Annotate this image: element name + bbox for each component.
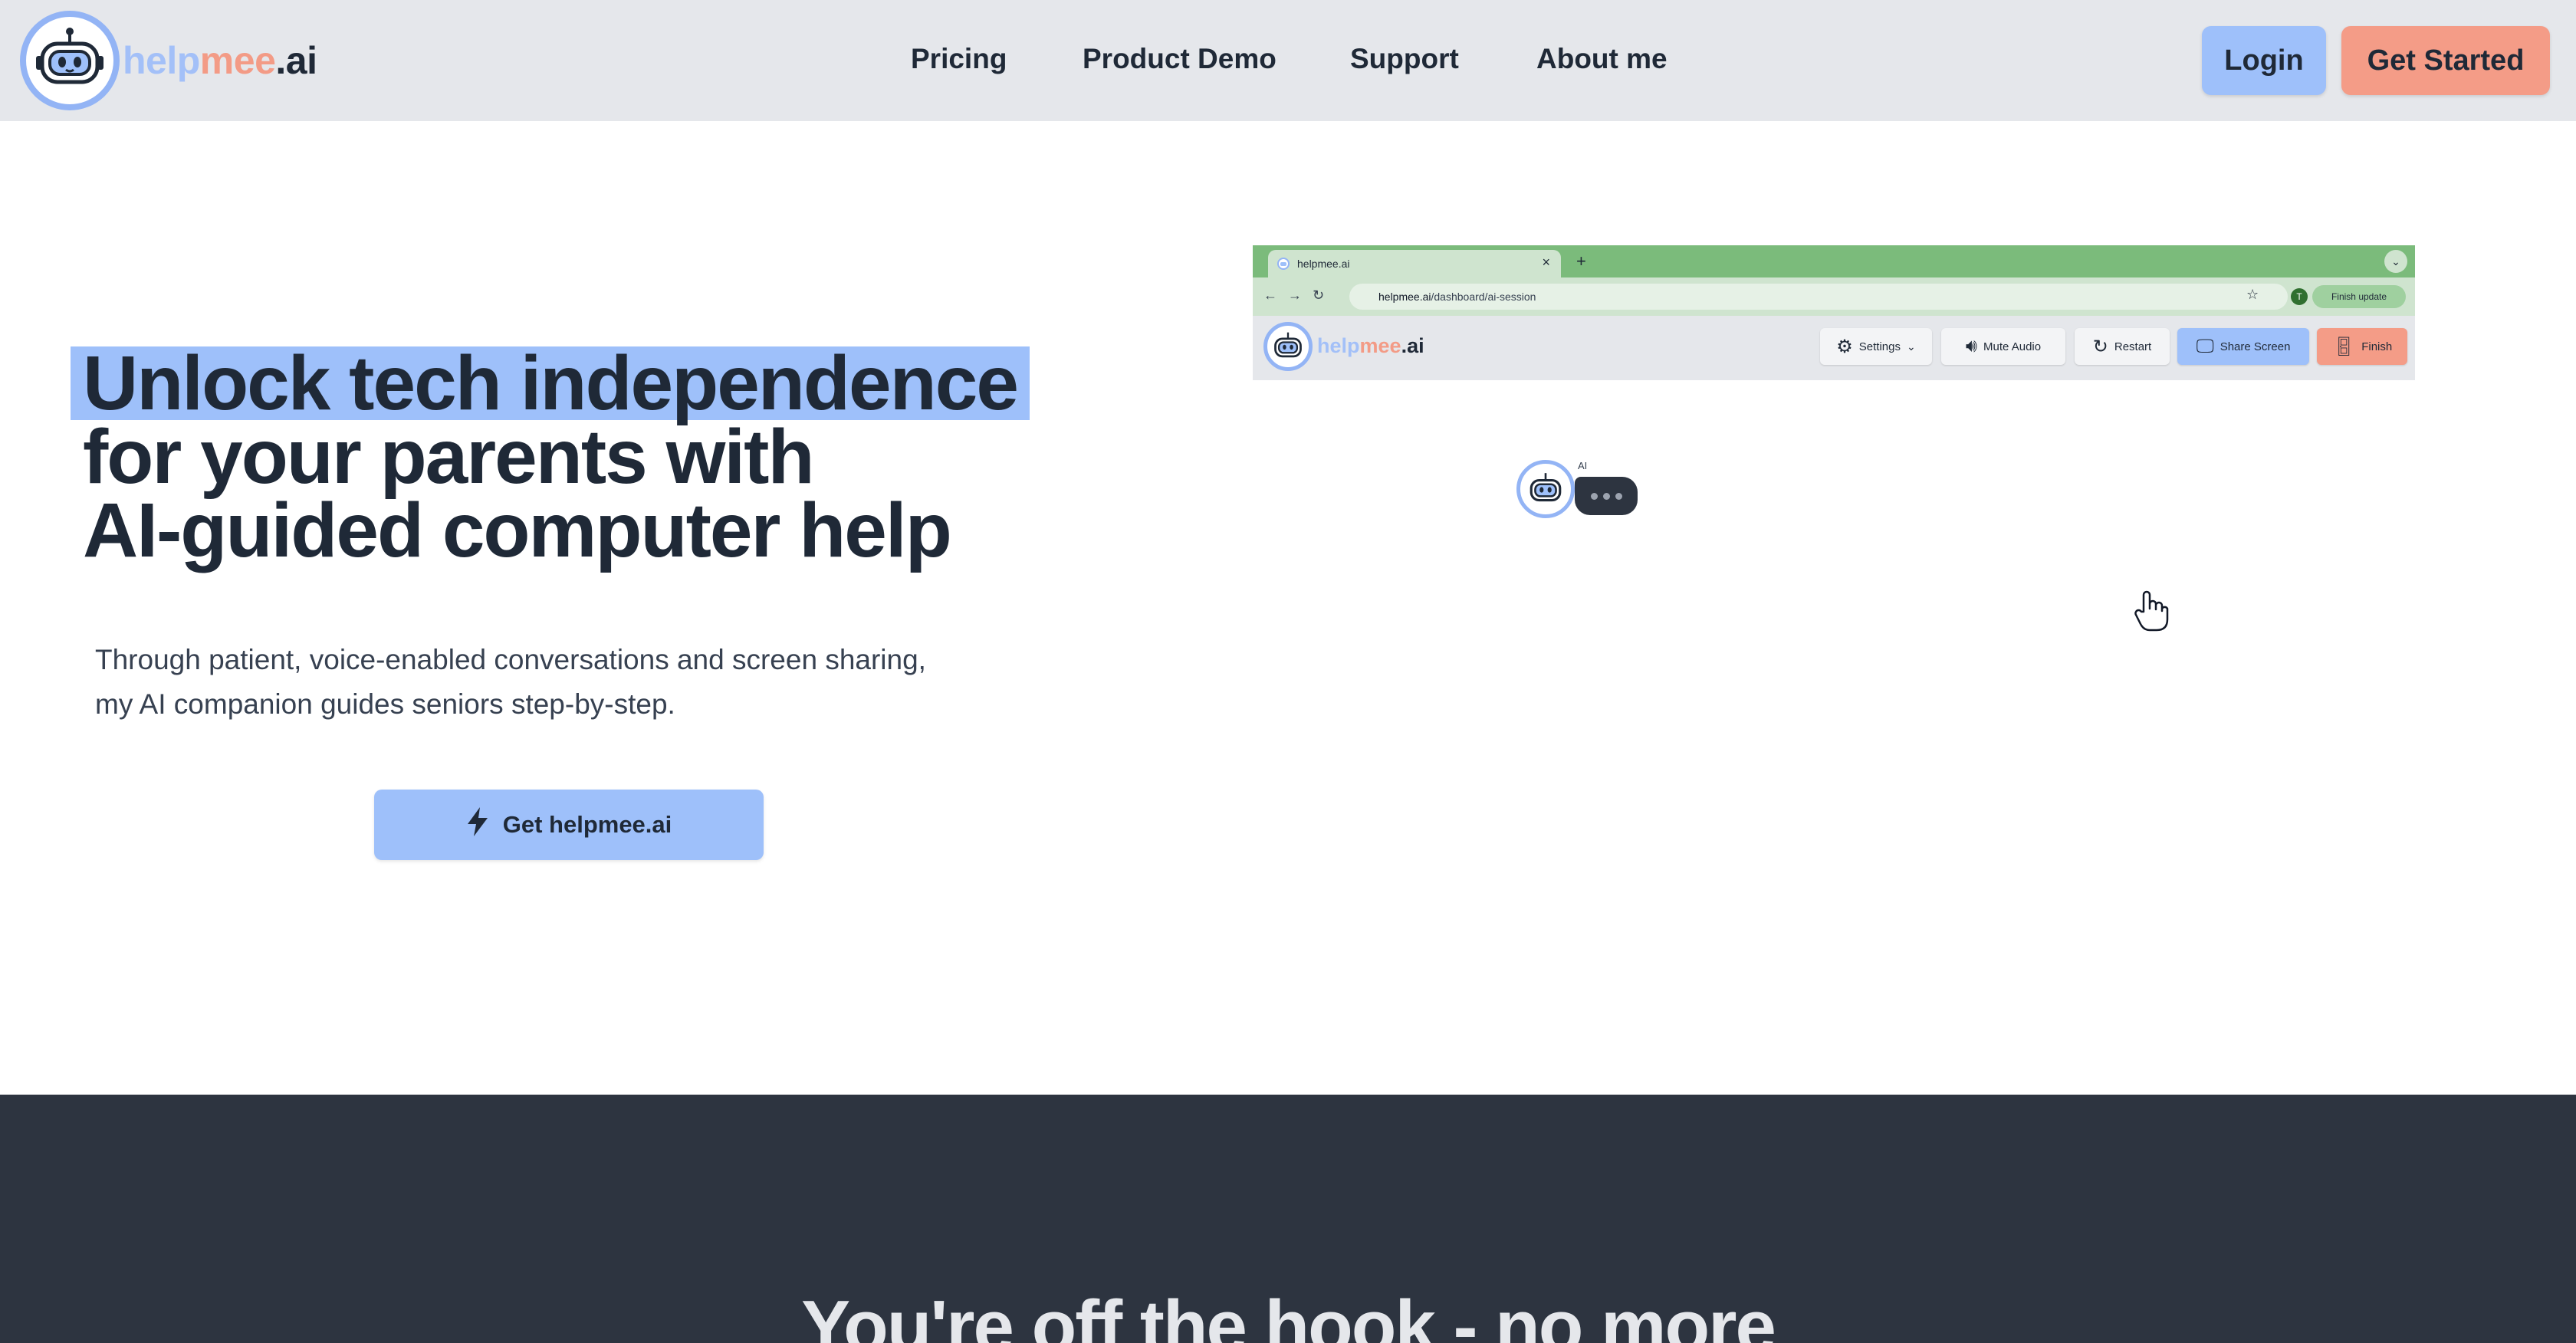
demo-robot-logo-icon xyxy=(1263,322,1313,371)
hero-title: Unlock tech independence for your parent… xyxy=(71,345,1079,573)
nav-link-support[interactable]: Support xyxy=(1350,43,1459,75)
nav-link-about-me[interactable]: About me xyxy=(1536,43,1668,75)
get-started-button[interactable]: Get Started xyxy=(2341,26,2550,95)
monitor-icon: 🖵︎ xyxy=(2196,336,2214,356)
hero-title-line-2: for your parents with xyxy=(83,414,815,500)
restart-icon: ↻ xyxy=(2092,336,2108,357)
demo-browser-window: helpmee.ai × + ⌄ ←→↻ helpmee.ai/dashboar… xyxy=(1253,245,2415,380)
nav-link-product-demo[interactable]: Product Demo xyxy=(1083,43,1276,75)
browser-tab-strip: helpmee.ai × + ⌄ xyxy=(1253,245,2415,277)
new-tab-icon[interactable]: + xyxy=(1576,251,1586,271)
gear-icon: ⚙ xyxy=(1836,336,1853,357)
brand-logo-link[interactable]: helpmee.ai xyxy=(20,11,317,110)
nav-arrows-icon[interactable]: ←→↻ xyxy=(1263,287,1335,304)
typing-indicator xyxy=(1575,477,1638,515)
ai-robot-avatar-icon xyxy=(1516,460,1575,518)
address-bar[interactable]: helpmee.ai/dashboard/ai-session xyxy=(1349,284,2288,310)
demo-brand-name: helpmee.ai xyxy=(1317,334,1424,357)
settings-button[interactable]: ⚙ Settings ⌄ xyxy=(1820,328,1932,365)
demo-app-header: helpmee.ai ⚙ Settings ⌄ 🔊︎ Mute Audio ↻ … xyxy=(1253,316,2415,380)
login-button[interactable]: Login xyxy=(2202,26,2326,95)
restart-button[interactable]: ↻ Restart xyxy=(2075,328,2170,365)
section-title: You're off the hook - no more xyxy=(801,1286,1776,1343)
hand-pointer-cursor-icon xyxy=(2133,589,2170,637)
top-nav: helpmee.ai Pricing Product Demo Support … xyxy=(0,0,2576,121)
exit-door-icon: 🚪︎ xyxy=(2331,336,2356,357)
share-screen-button[interactable]: 🖵︎ Share Screen xyxy=(2177,328,2309,365)
robot-logo-icon xyxy=(20,11,120,110)
bookmark-star-icon[interactable]: ☆ xyxy=(2246,287,2259,303)
hero-title-line-3: AI-guided computer help xyxy=(83,488,952,573)
browser-toolbar: ←→↻ helpmee.ai/dashboard/ai-session ☆ T … xyxy=(1253,277,2415,316)
speaker-icon: 🔊︎ xyxy=(1965,336,1978,356)
profile-avatar[interactable]: T xyxy=(2291,288,2308,305)
browser-tab[interactable]: helpmee.ai × xyxy=(1268,250,1561,277)
mute-audio-button[interactable]: 🔊︎ Mute Audio xyxy=(1941,328,2065,365)
ai-label: AI xyxy=(1578,460,1588,471)
finish-update-button[interactable]: Finish update xyxy=(2312,285,2406,308)
ai-chat-bubble: AI xyxy=(1516,460,1639,521)
tab-list-chevron-icon[interactable]: ⌄ xyxy=(2384,250,2407,273)
lightning-icon xyxy=(466,807,489,842)
get-helpmee-button[interactable]: Get helpmee.ai xyxy=(374,790,764,860)
benefits-section: You're off the hook - no more xyxy=(0,1095,2576,1343)
hero-title-highlight: Unlock tech independence xyxy=(71,345,1030,422)
tab-close-icon[interactable]: × xyxy=(1542,254,1550,271)
finish-button[interactable]: 🚪︎ Finish xyxy=(2317,328,2407,365)
chevron-down-icon: ⌄ xyxy=(1906,340,1916,353)
nav-link-pricing[interactable]: Pricing xyxy=(911,43,1007,75)
tab-favicon-icon xyxy=(1277,258,1290,270)
hero-subtitle: Through patient, voice-enabled conversat… xyxy=(95,644,926,720)
brand-name: helpmee.ai xyxy=(123,39,317,82)
get-helpmee-label: Get helpmee.ai xyxy=(502,811,672,838)
